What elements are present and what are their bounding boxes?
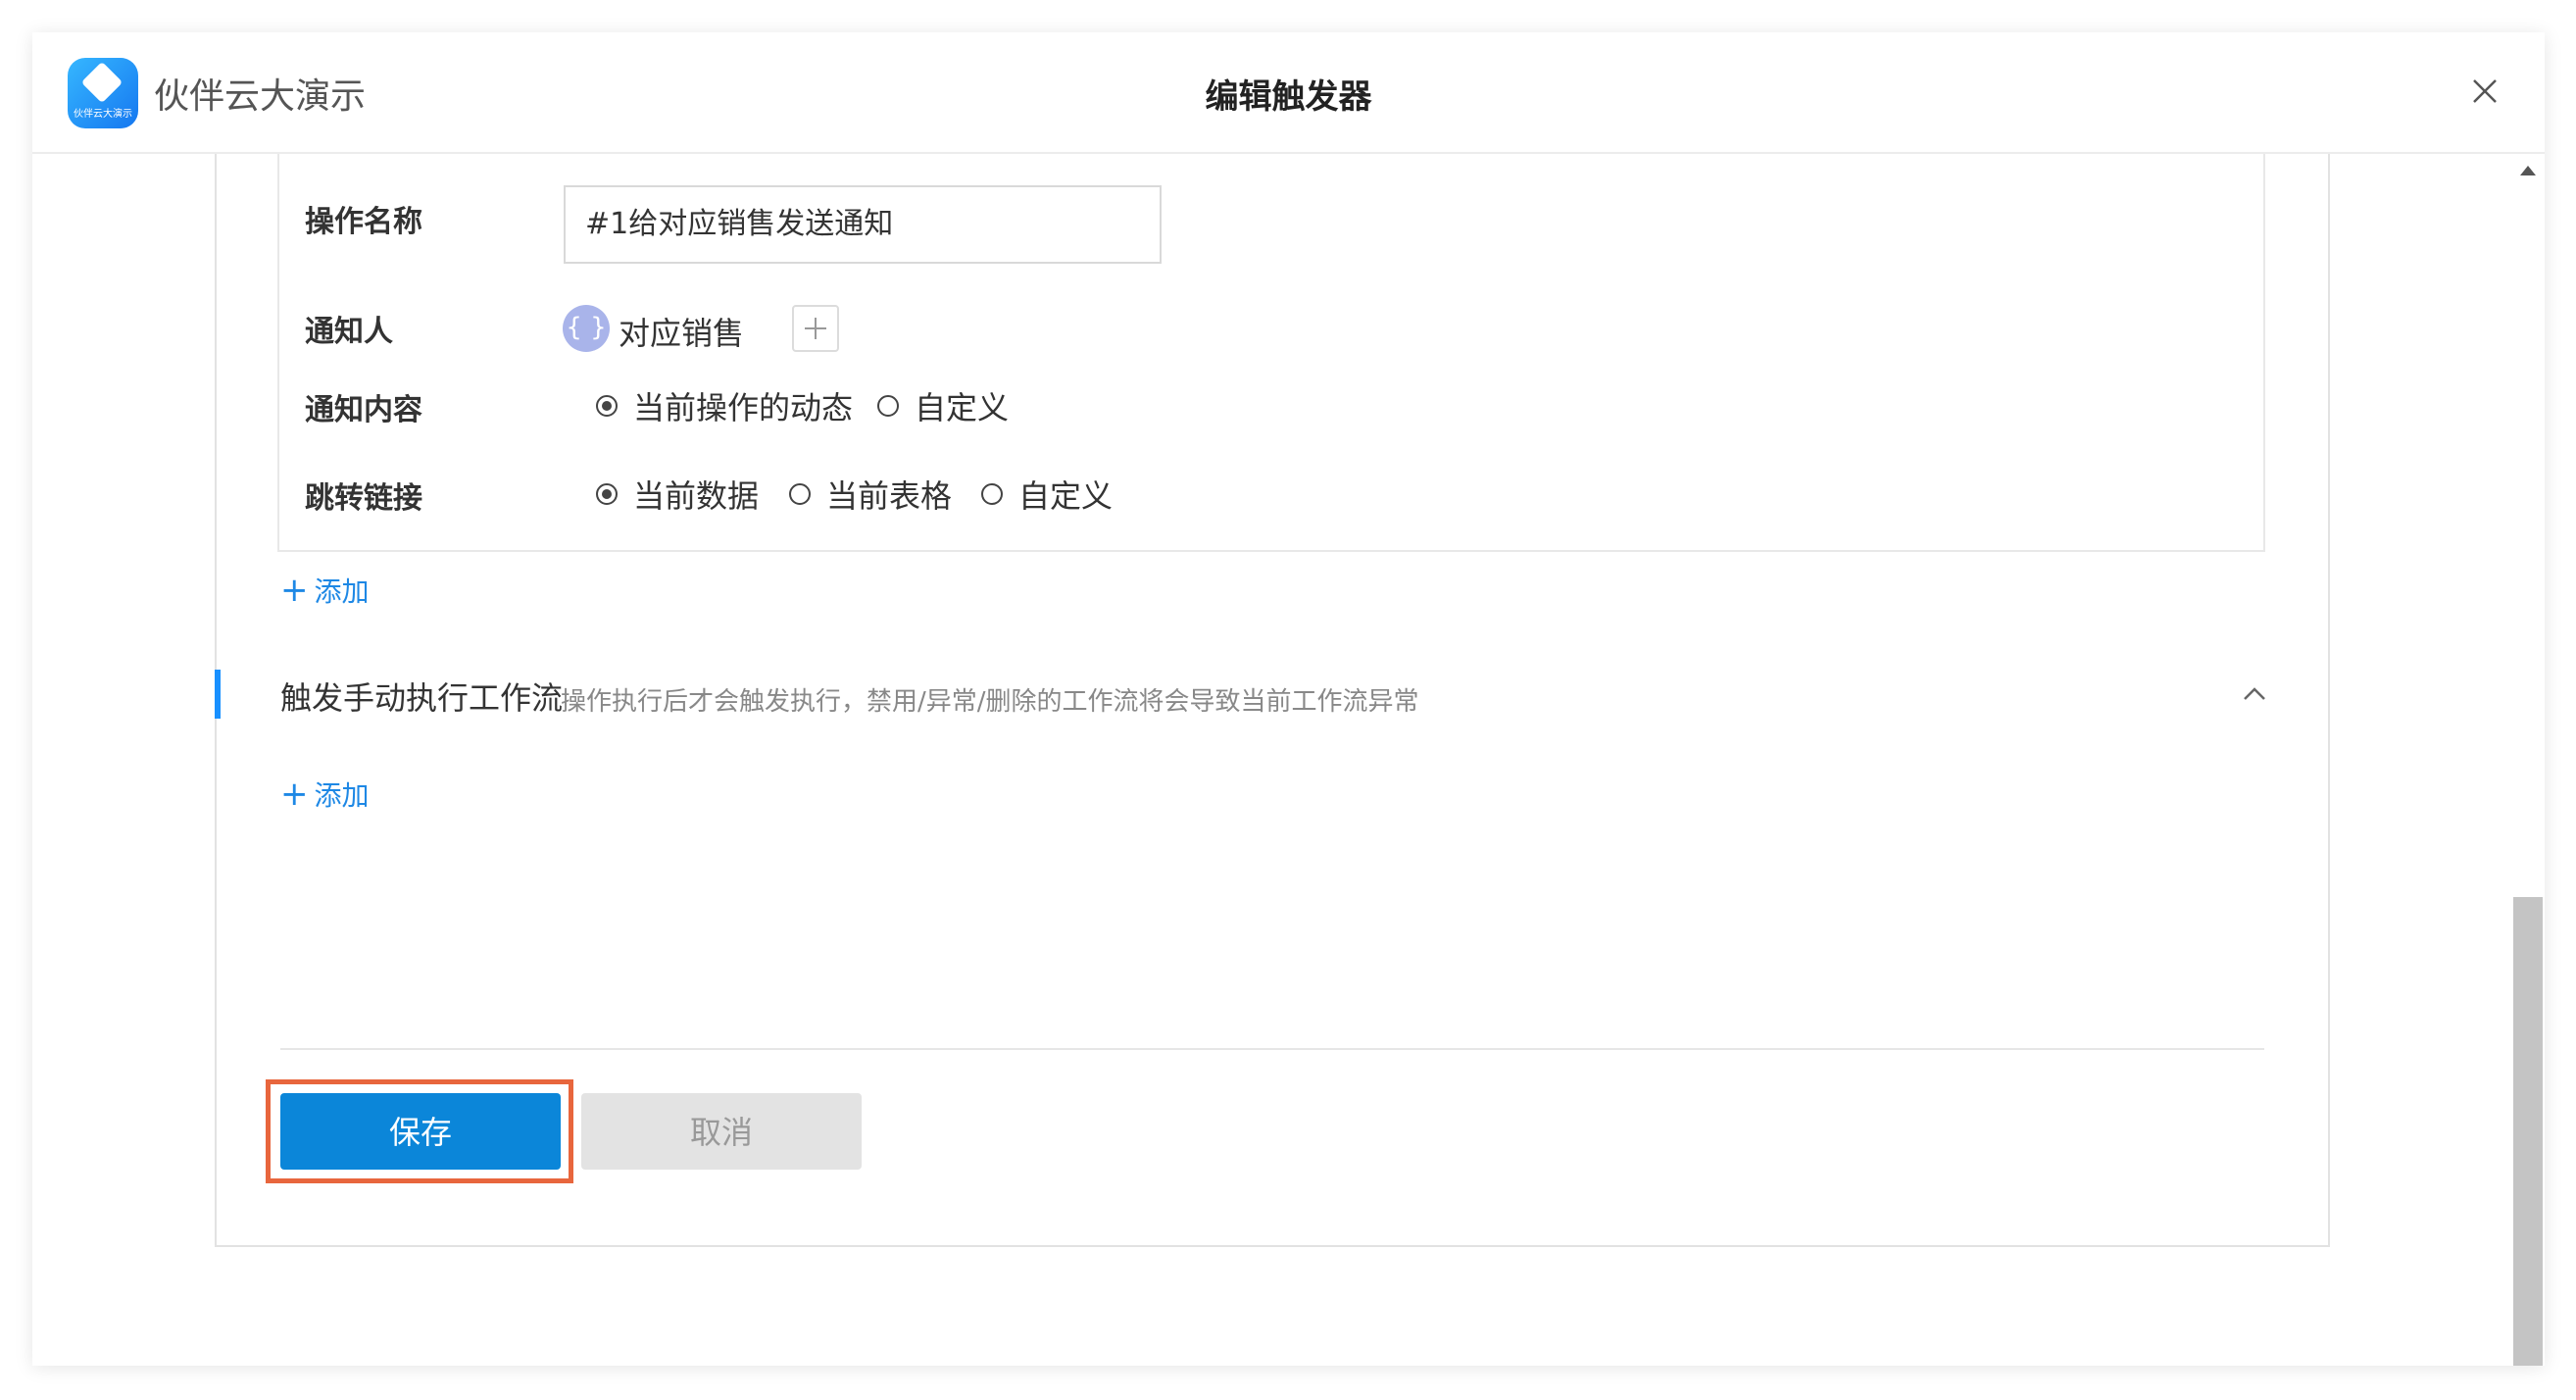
scrollbar-thumb[interactable] — [2513, 897, 2543, 1366]
link-radio-current-table[interactable]: 当前表格 — [789, 472, 952, 517]
content-label: 通知内容 — [305, 393, 422, 427]
plus-icon: + — [280, 775, 309, 814]
notify-tag[interactable]: 对应销售 — [619, 309, 744, 354]
link-radio-current-data[interactable]: 当前数据 — [596, 472, 759, 517]
plus-icon: + — [280, 571, 309, 610]
content-radio-dynamic[interactable]: 当前操作的动态 — [596, 383, 853, 428]
scroll-up-icon[interactable] — [2520, 166, 2536, 175]
radio-label: 当前数据 — [633, 477, 760, 515]
edit-trigger-dialog: 伙伴云大演示 伙伴云大演示 编辑触发器 操作名称 #1给对应销售发送通知 通知人… — [32, 32, 2545, 1366]
footer-divider — [280, 1048, 2264, 1050]
action-name-input[interactable]: #1给对应销售发送通知 — [564, 185, 1162, 264]
workflow-section-title: 触发手动执行工作流 — [280, 679, 564, 717]
save-button[interactable]: 保存 — [280, 1093, 561, 1170]
action-name-label: 操作名称 — [305, 205, 422, 239]
radio-unchecked-icon — [877, 395, 899, 417]
link-label: 跳转链接 — [305, 481, 422, 516]
chevron-up-icon[interactable] — [2235, 674, 2274, 713]
dialog-content: 操作名称 #1给对应销售发送通知 通知人 { } 对应销售 通知内容 当前操作的… — [32, 154, 2510, 1366]
radio-unchecked-icon — [789, 483, 811, 505]
radio-label: 自定义 — [1018, 477, 1114, 515]
section-accent-bar — [215, 670, 221, 719]
vertical-scrollbar[interactable] — [2510, 154, 2545, 1366]
content-radio-custom[interactable]: 自定义 — [877, 383, 1009, 428]
radio-label: 自定义 — [915, 389, 1010, 426]
dialog-header: 伙伴云大演示 伙伴云大演示 编辑触发器 — [32, 32, 2545, 154]
radio-unchecked-icon — [981, 483, 1003, 505]
workflow-section-hint: 操作执行后才会触发执行，禁用/异常/删除的工作流将会导致当前工作流异常 — [561, 687, 1419, 717]
radio-label: 当前操作的动态 — [633, 389, 854, 426]
dialog-title: 编辑触发器 — [1205, 77, 1372, 117]
variable-icon: { } — [563, 305, 610, 352]
close-icon[interactable] — [2469, 75, 2501, 107]
cancel-button[interactable]: 取消 — [581, 1093, 862, 1170]
link-radio-custom[interactable]: 自定义 — [981, 472, 1113, 517]
radio-checked-icon — [596, 483, 618, 505]
radio-checked-icon — [596, 395, 618, 417]
add-notify-button[interactable] — [792, 305, 839, 352]
add-workflow-link[interactable]: + 添加 — [280, 775, 370, 814]
add-action-link[interactable]: + 添加 — [280, 571, 370, 610]
radio-label: 当前表格 — [826, 477, 953, 515]
notify-label: 通知人 — [305, 315, 393, 349]
